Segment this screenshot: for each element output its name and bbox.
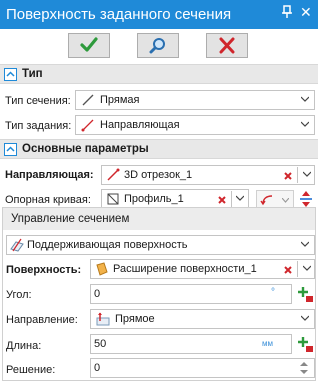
length-value: 50 [94,338,107,350]
cross-icon [219,37,235,54]
section-kind-label: Тип сечения: [5,95,71,107]
add-variable-icon [298,287,313,302]
length-unit: мм [262,339,273,348]
swap-arrows-icon [300,191,312,207]
clear-icon[interactable] [280,262,296,278]
solution-spinner[interactable]: 0 [90,358,315,378]
surfaces-value: Расширение поверхности_1 [113,263,257,275]
task-kind-value: Направляющая [100,119,180,131]
angle-unit: ° [271,287,275,298]
spinner-arrows-icon[interactable] [299,361,309,375]
direction-value: Прямое [115,313,155,325]
pin-icon[interactable] [282,5,292,22]
solution-value: 0 [94,362,101,374]
action-bar [0,29,318,62]
preview-button[interactable] [137,33,179,58]
surfaces-field[interactable]: Расширение поверхности_1 [90,259,315,279]
segment-3d-icon [107,168,120,181]
section-type-header[interactable]: Тип [0,64,318,84]
guide-label: Направляющая: [5,169,94,181]
angle-add-variable-button[interactable] [296,285,314,303]
task-kind-select[interactable]: Направляющая [75,115,315,135]
surfaces-label: Поверхность: [6,264,82,276]
clear-icon[interactable] [280,168,296,184]
chevron-down-icon[interactable] [303,265,311,271]
section-type-title: Тип [22,68,43,80]
reverse-direction-button[interactable] [297,190,315,208]
chevron-down-icon[interactable] [303,171,311,177]
length-label: Длина: [6,340,42,352]
angle-label: Угол: [6,289,32,301]
control-mode-select[interactable]: Поддерживающая поверхность [6,235,315,255]
check-icon [80,37,98,52]
curve-arrow-icon [260,195,273,206]
solution-label: Решение: [6,364,56,376]
ref-curve-value: Профиль_1 [124,193,184,205]
guide-line-icon [81,119,94,132]
direction-select[interactable]: Прямое [90,309,315,329]
section-main-header[interactable]: Основные параметры [0,139,318,159]
direction-forward-icon [96,312,110,326]
magnifier-icon [149,38,165,54]
ok-button[interactable] [68,33,110,58]
angle-input[interactable]: 0 ° [90,284,292,304]
field-divider [297,261,298,277]
chevron-down-icon [301,121,309,127]
control-mode-value: Поддерживающая поверхность [27,239,188,251]
direction-label: Направление: [6,314,78,326]
section-control-title: Управление сечением [11,213,130,225]
ref-curve-field[interactable]: Профиль_1 [101,189,249,209]
chevron-down-icon [301,96,309,102]
collapse-toggle-icon[interactable] [4,68,17,81]
length-input[interactable]: 50 мм [90,334,292,354]
chevron-down-icon [301,241,309,247]
chevron-down-icon[interactable] [236,195,244,201]
surface-extend-icon [96,262,108,276]
cancel-button[interactable] [206,33,248,58]
clear-icon[interactable] [214,192,230,208]
task-kind-label: Тип задания: [5,120,72,132]
guide-value: 3D отрезок_1 [124,169,193,181]
section-control-header: Управление сечением [3,208,315,230]
section-kind-select[interactable]: Прямая [75,90,315,110]
angle-value: 0 [94,288,101,300]
add-variable-icon [298,337,313,352]
line-icon [82,94,94,106]
guide-field[interactable]: 3D отрезок_1 [101,165,315,185]
window-titlebar: Поверхность заданного сечения ✕ [0,0,318,29]
profile-icon [107,193,119,205]
window-title: Поверхность заданного сечения [6,6,232,23]
length-add-variable-button[interactable] [296,335,314,353]
section-main-title: Основные параметры [22,143,149,155]
ref-curve-label: Опорная кривая: [5,194,91,206]
section-kind-value: Прямая [100,94,140,106]
support-surface-icon [10,238,24,252]
chevron-down-icon [282,198,289,203]
close-icon[interactable]: ✕ [300,4,312,21]
field-divider [231,191,232,207]
field-divider [297,167,298,183]
curve-options-button[interactable] [256,190,294,208]
collapse-toggle-icon[interactable] [4,143,17,156]
chevron-down-icon [301,315,309,321]
